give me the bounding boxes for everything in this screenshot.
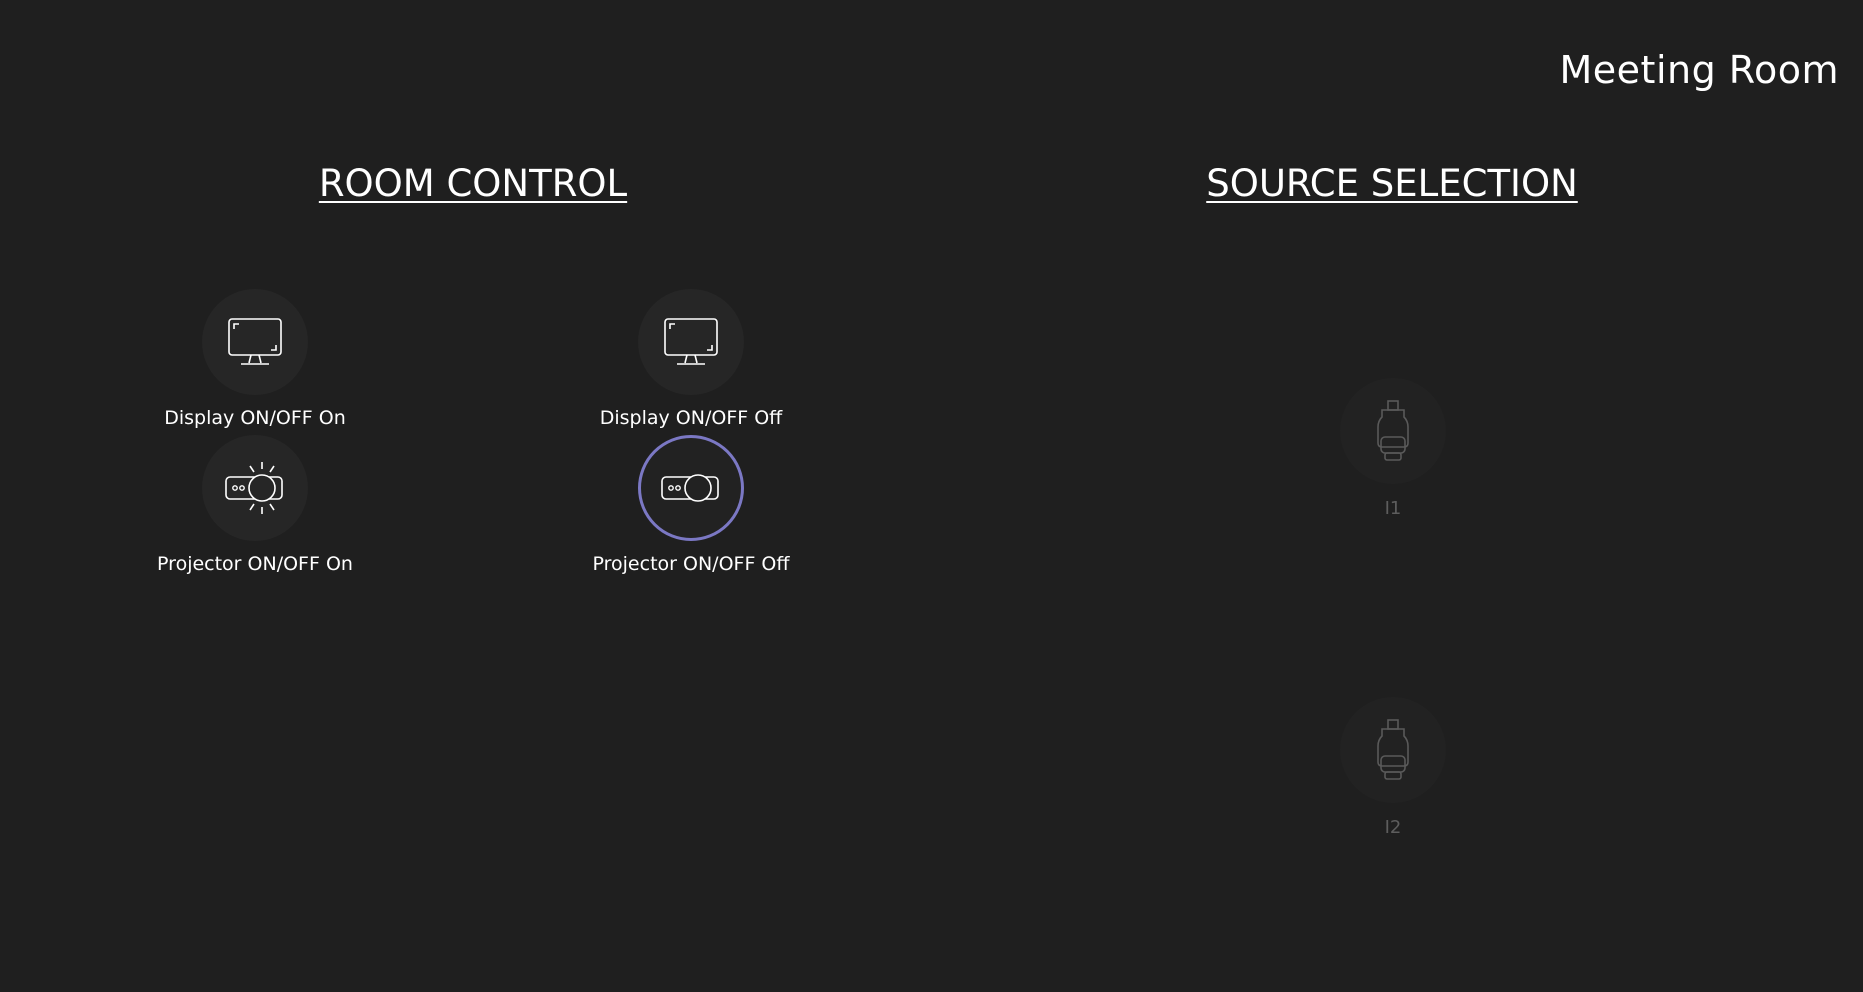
projector-icon: [661, 474, 719, 502]
source-i2-circle[interactable]: [1340, 697, 1446, 803]
room-name: Meeting Room: [1559, 48, 1839, 92]
hdmi-connector-icon: [1377, 719, 1409, 780]
hdmi-connector-icon: [1377, 400, 1409, 461]
control-panel: Meeting Room ROOM CONTROL SOURCE SELECTI…: [0, 0, 1863, 992]
display-off-circle[interactable]: [638, 289, 744, 395]
source-i1-button[interactable]: I1: [1263, 378, 1523, 519]
display-on-circle[interactable]: [202, 289, 308, 395]
projector-on-label: Projector ON/OFF On: [157, 553, 353, 575]
room-control-title: ROOM CONTROL: [318, 162, 628, 205]
monitor-icon: [664, 318, 718, 365]
projector-off-label: Projector ON/OFF Off: [592, 553, 790, 575]
monitor-icon: [228, 318, 282, 365]
projector-on-button[interactable]: Projector ON/OFF On: [125, 435, 385, 575]
source-selection-title: SOURCE SELECTION: [1206, 162, 1578, 205]
display-on-button[interactable]: Display ON/OFF On: [125, 289, 385, 429]
projector-off-button[interactable]: Projector ON/OFF Off: [561, 435, 821, 575]
source-i1-circle[interactable]: [1340, 378, 1446, 484]
projector-on-icon: [225, 462, 283, 514]
source-i1-label: I1: [1384, 498, 1402, 519]
projector-on-circle[interactable]: [202, 435, 308, 541]
projector-off-circle[interactable]: [638, 435, 744, 541]
source-i2-button[interactable]: I2: [1263, 697, 1523, 838]
source-i2-label: I2: [1384, 817, 1402, 838]
display-off-button[interactable]: Display ON/OFF Off: [561, 289, 821, 429]
display-off-label: Display ON/OFF Off: [599, 407, 783, 429]
display-on-label: Display ON/OFF On: [164, 407, 346, 429]
